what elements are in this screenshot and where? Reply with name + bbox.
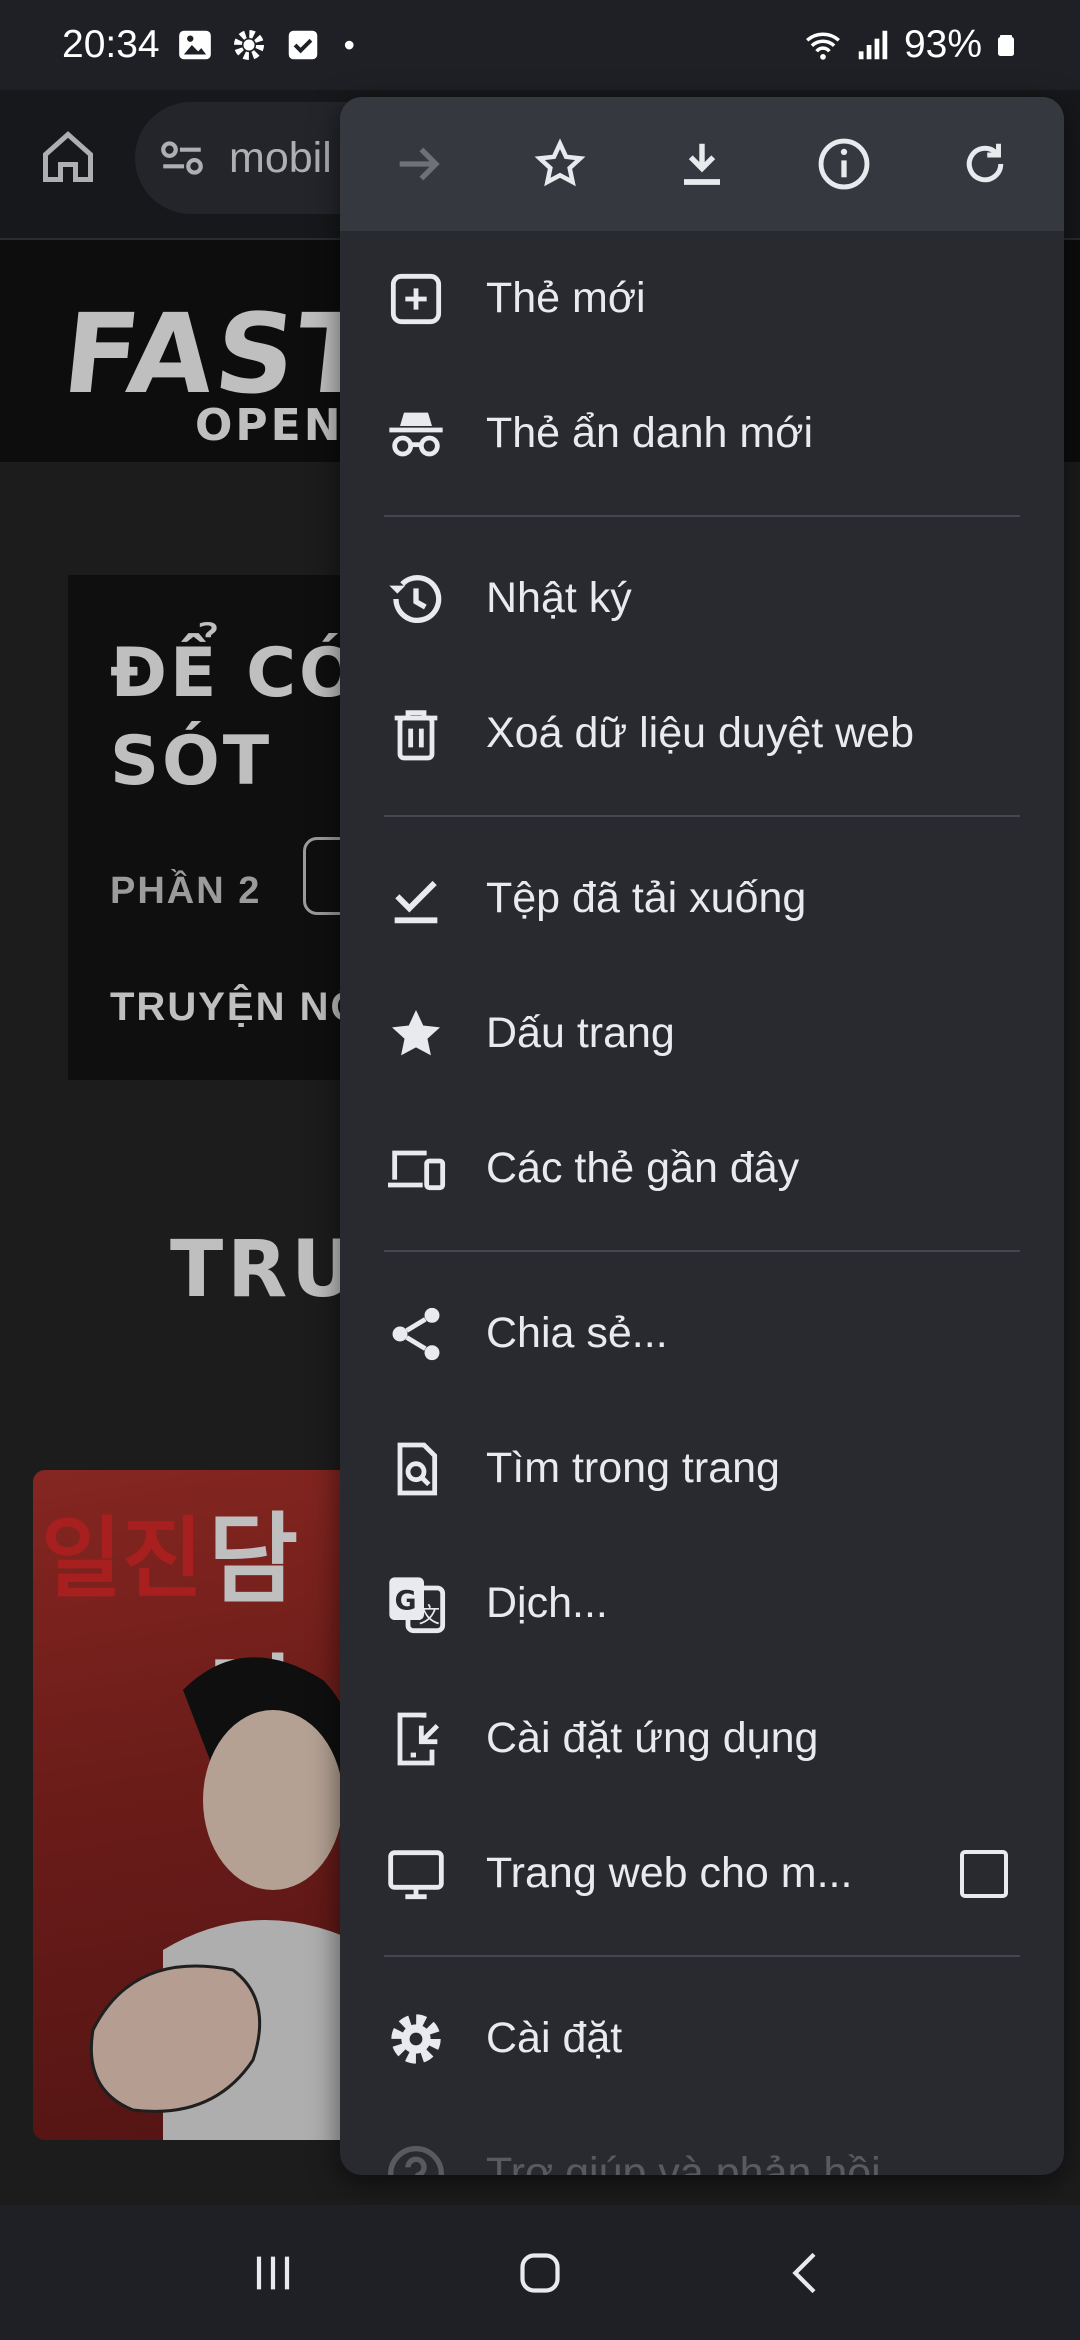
menu-item-label: Trợ giúp và phản hồi: [486, 2149, 881, 2175]
menu-item-label: Xoá dữ liệu duyệt web: [486, 709, 915, 757]
menu-item-history[interactable]: Nhật ký: [340, 531, 1064, 666]
menu-item-help[interactable]: Trợ giúp và phản hồi: [340, 2106, 1064, 2175]
menu-item-label: Cài đặt: [486, 2014, 623, 2062]
menu-item-desktop-site[interactable]: Trang web cho m...: [340, 1806, 1064, 1941]
menu-divider: [384, 1250, 1020, 1252]
install-app-icon: [397, 1712, 440, 1766]
menu-item-label: Các thẻ gần đây: [486, 1144, 800, 1192]
svg-text:G: G: [395, 1585, 417, 1616]
menu-action-row: [340, 97, 1064, 231]
devices-icon: [388, 1150, 446, 1191]
star-icon: [392, 1010, 440, 1056]
menu-item-label: Nhật ký: [486, 574, 632, 622]
menu-item-label: Trang web cho m...: [486, 1849, 853, 1897]
menu-item-label: Chia sẻ...: [486, 1309, 668, 1357]
menu-divider: [384, 515, 1020, 517]
page-info-button[interactable]: [789, 109, 899, 219]
menu-item-incognito-tab[interactable]: Thẻ ẩn danh mới: [340, 366, 1064, 501]
menu-item-translate[interactable]: G文 Dịch...: [340, 1536, 1064, 1671]
menu-item-label: Tìm trong trang: [486, 1444, 780, 1492]
downloads-icon: [394, 880, 438, 924]
download-button[interactable]: [647, 109, 757, 219]
menu-item-downloads[interactable]: Tệp đã tải xuống: [340, 831, 1064, 966]
battery-icon: [998, 35, 1014, 56]
share-icon: [392, 1307, 440, 1361]
status-time: 20:34: [62, 23, 160, 66]
reload-icon: [967, 143, 1004, 183]
menu-divider: [384, 1955, 1020, 1957]
menu-item-settings[interactable]: Cài đặt: [340, 1971, 1064, 2106]
menu-item-label: Cài đặt ứng dụng: [486, 1714, 819, 1762]
menu-item-bookmarks[interactable]: Dấu trang: [340, 966, 1064, 1101]
home-nav-button[interactable]: [495, 2228, 585, 2318]
status-dot: •: [343, 26, 355, 63]
translate-icon: G文: [389, 1577, 446, 1634]
help-icon: [388, 2146, 444, 2175]
status-bar: 20:34 • 93%: [0, 0, 1080, 90]
menu-item-label: Dịch...: [486, 1579, 608, 1627]
desktop-site-checkbox[interactable]: [960, 1850, 1008, 1898]
back-nav-button[interactable]: [762, 2228, 852, 2318]
settings-notification-icon: [233, 29, 264, 61]
home-nav-icon: [520, 2252, 560, 2293]
menu-item-label: Thẻ ẩn danh mới: [486, 409, 813, 457]
menu-item-new-tab[interactable]: Thẻ mới: [340, 231, 1064, 366]
menu-list: Thẻ mới Thẻ ẩn danh mới Nhật ký Xoá dữ l…: [340, 231, 1064, 2175]
recents-button[interactable]: [228, 2228, 318, 2318]
system-nav-bar: [0, 2205, 1080, 2340]
reload-button[interactable]: [930, 109, 1040, 219]
find-in-page-icon: [397, 1442, 438, 1496]
desktop-icon: [388, 1850, 444, 1900]
overflow-menu: Thẻ mới Thẻ ẩn danh mới Nhật ký Xoá dữ l…: [340, 97, 1064, 2175]
menu-item-find-in-page[interactable]: Tìm trong trang: [340, 1401, 1064, 1536]
info-icon: [818, 138, 869, 190]
incognito-icon: [389, 412, 443, 457]
task-check-icon: [288, 30, 317, 60]
forward-icon: [399, 147, 440, 181]
menu-item-label: Thẻ mới: [486, 274, 646, 322]
new-tab-icon: [390, 273, 442, 325]
gallery-icon: [178, 30, 211, 60]
menu-item-label: Tệp đã tải xuống: [486, 874, 807, 922]
forward-button[interactable]: [364, 109, 474, 219]
bookmark-button[interactable]: [505, 109, 615, 219]
menu-item-label: Dấu trang: [486, 1009, 675, 1057]
menu-item-share[interactable]: Chia sẻ...: [340, 1266, 1064, 1401]
signal-icon: [858, 30, 888, 60]
menu-item-recent-tabs[interactable]: Các thẻ gần đây: [340, 1101, 1064, 1236]
back-icon: [792, 2252, 816, 2293]
wifi-icon: [805, 32, 840, 60]
trash-icon: [394, 710, 438, 761]
menu-item-clear-data[interactable]: Xoá dữ liệu duyệt web: [340, 666, 1064, 801]
battery-percent: 93%: [903, 23, 982, 66]
svg-text:文: 文: [419, 1604, 440, 1629]
download-icon: [683, 143, 720, 185]
menu-divider: [384, 815, 1020, 817]
settings-icon: [391, 2014, 441, 2064]
recents-icon: [257, 2256, 290, 2289]
menu-item-install-app[interactable]: Cài đặt ứng dụng: [340, 1671, 1064, 1806]
bookmark-star-icon: [534, 138, 586, 187]
history-icon: [389, 575, 442, 624]
